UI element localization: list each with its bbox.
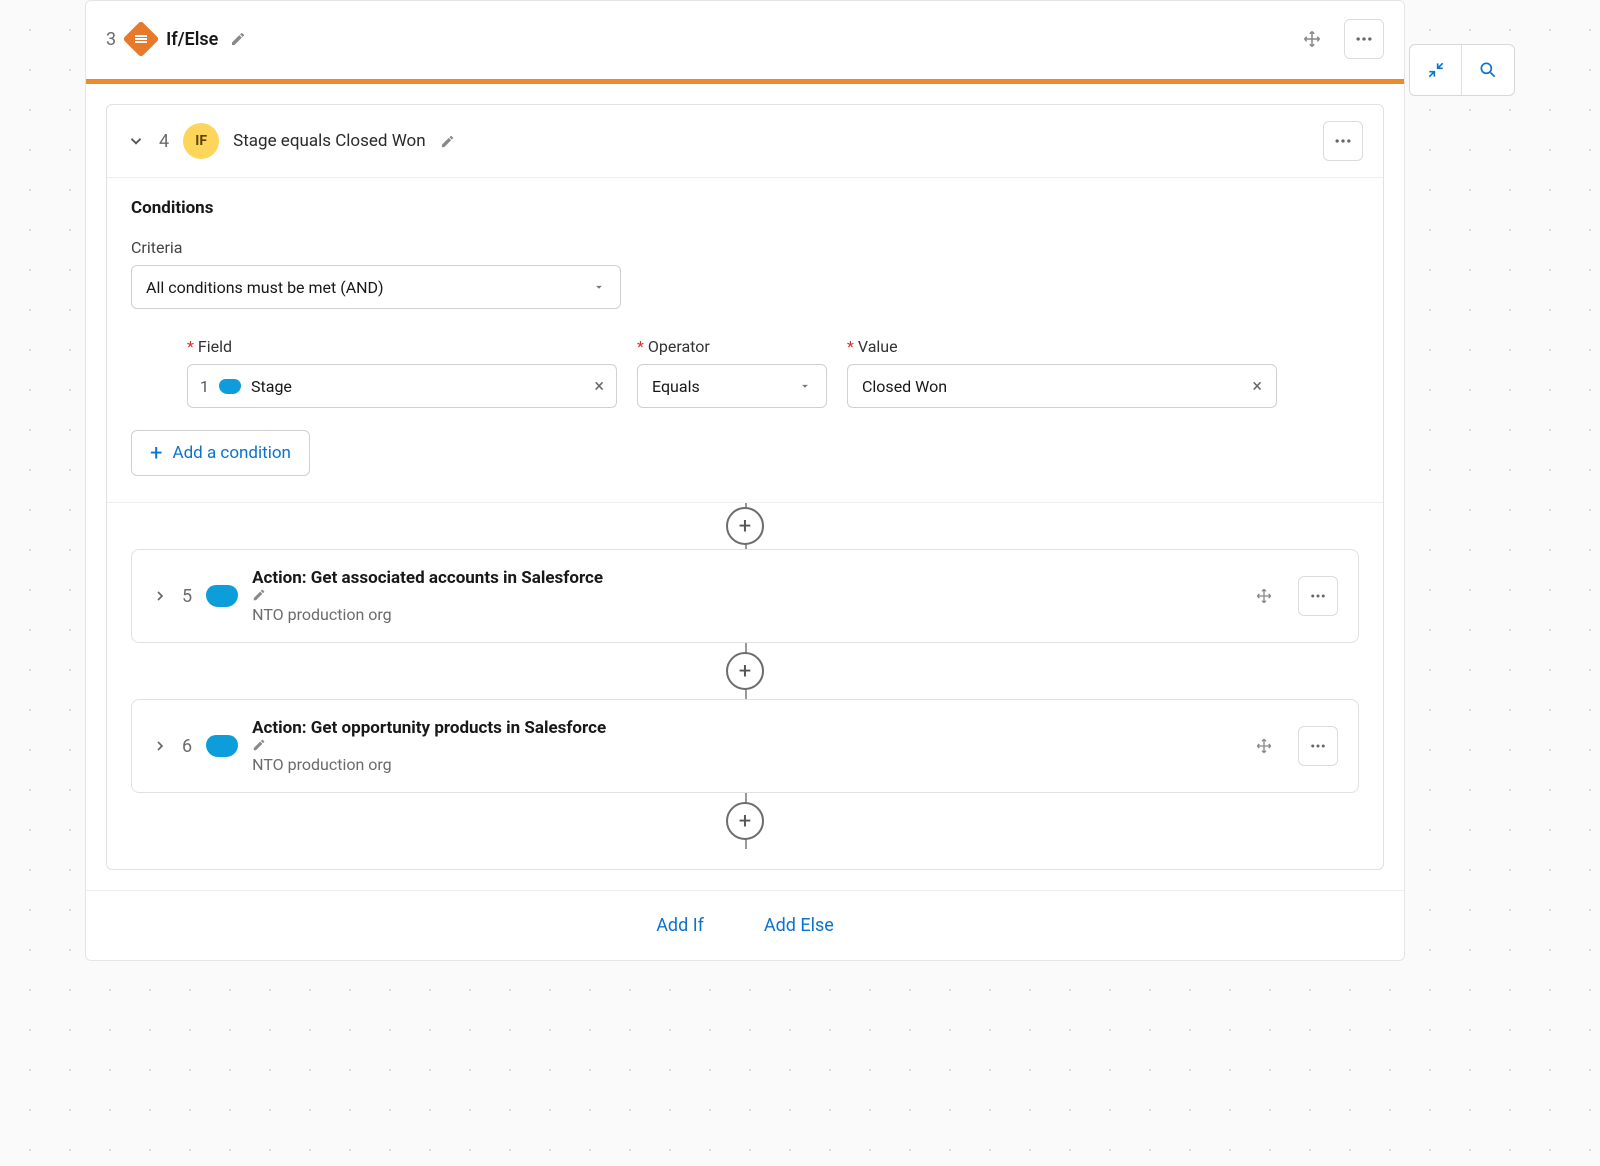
- condition-columns-labels: Field Operator Value: [187, 337, 1359, 356]
- edit-icon[interactable]: [230, 31, 246, 47]
- edit-icon[interactable]: [252, 738, 614, 752]
- add-condition-button[interactable]: + Add a condition: [131, 430, 310, 476]
- operator-label: Operator: [637, 337, 827, 356]
- step-title: If/Else: [166, 29, 218, 50]
- footer-actions: Add If Add Else: [86, 890, 1404, 960]
- action-card[interactable]: 6 Action: Get opportunity products in Sa…: [131, 699, 1359, 793]
- flow-connector: +: [107, 793, 1383, 849]
- action-more-menu-button[interactable]: [1298, 726, 1338, 766]
- caret-down-icon: [798, 379, 812, 393]
- collapse-button[interactable]: [1410, 45, 1462, 95]
- condition-row: 1 Stage × Equals Closed Won: [187, 364, 1359, 408]
- if-more-menu-button[interactable]: [1323, 121, 1363, 161]
- move-handle[interactable]: [1244, 576, 1284, 616]
- field-name: Stage: [251, 377, 292, 396]
- clear-value-button[interactable]: ×: [1252, 376, 1262, 397]
- chevron-down-icon[interactable]: [127, 132, 145, 150]
- salesforce-icon: [206, 585, 238, 607]
- value-input[interactable]: Closed Won ×: [847, 364, 1277, 408]
- criteria-select[interactable]: All conditions must be met (AND): [131, 265, 621, 309]
- add-condition-label: Add a condition: [172, 443, 290, 463]
- accent-bar: [86, 79, 1404, 84]
- salesforce-icon: [219, 379, 241, 394]
- move-handle[interactable]: [1244, 726, 1284, 766]
- value-label: Value: [847, 337, 1277, 356]
- chevron-right-icon[interactable]: [152, 738, 168, 754]
- field-input[interactable]: 1 Stage ×: [187, 364, 617, 408]
- edit-icon[interactable]: [440, 134, 455, 149]
- add-if-button[interactable]: Add If: [656, 915, 704, 936]
- action-text: Action: Get opportunity products in Sale…: [252, 718, 614, 774]
- criteria-value: All conditions must be met (AND): [146, 278, 384, 297]
- action-step-number: 6: [182, 736, 192, 757]
- if-block: 4 IF Stage equals Closed Won Conditions …: [106, 104, 1384, 870]
- action-step-number: 5: [182, 586, 192, 607]
- plus-icon: +: [150, 441, 162, 466]
- canvas-toolbar: [1409, 44, 1515, 96]
- chevron-right-icon[interactable]: [152, 588, 168, 604]
- action-more-menu-button[interactable]: [1298, 576, 1338, 616]
- field-label: Field: [187, 337, 617, 356]
- action-text: Action: Get associated accounts in Sales…: [252, 568, 611, 624]
- edit-icon[interactable]: [252, 588, 611, 602]
- flow-connector: +: [107, 643, 1383, 699]
- flow-connector: +: [107, 503, 1383, 549]
- move-handle[interactable]: [1292, 19, 1332, 59]
- value-text: Closed Won: [862, 377, 947, 396]
- action-title: Action: Get opportunity products in Sale…: [252, 718, 606, 738]
- operator-value: Equals: [652, 377, 700, 396]
- if-step-number: 4: [159, 131, 169, 152]
- more-menu-button[interactable]: [1344, 19, 1384, 59]
- clear-field-button[interactable]: ×: [594, 376, 604, 397]
- ifelse-icon: [123, 21, 160, 58]
- source-step-number: 1: [200, 377, 209, 396]
- if-header: 4 IF Stage equals Closed Won: [107, 105, 1383, 178]
- action-card[interactable]: 5 Action: Get associated accounts in Sal…: [131, 549, 1359, 643]
- operator-select[interactable]: Equals: [637, 364, 827, 408]
- if-badge: IF: [183, 123, 219, 159]
- add-step-button[interactable]: +: [726, 802, 764, 840]
- caret-down-icon: [592, 280, 606, 294]
- conditions-heading: Conditions: [131, 198, 1359, 218]
- step-header: 3 If/Else: [86, 1, 1404, 79]
- if-description: Stage equals Closed Won: [233, 131, 426, 151]
- add-step-button[interactable]: +: [726, 652, 764, 690]
- add-else-button[interactable]: Add Else: [764, 915, 834, 936]
- salesforce-icon: [206, 735, 238, 757]
- add-step-button[interactable]: +: [726, 507, 764, 545]
- action-title: Action: Get associated accounts in Sales…: [252, 568, 603, 588]
- search-button[interactable]: [1462, 45, 1514, 95]
- criteria-label: Criteria: [131, 238, 1359, 257]
- conditions-body: Conditions Criteria All conditions must …: [107, 178, 1383, 503]
- action-subtitle: NTO production org: [252, 755, 614, 774]
- step-number: 3: [106, 29, 116, 50]
- action-subtitle: NTO production org: [252, 605, 611, 624]
- ifelse-step-container: 3 If/Else 4 IF Stage equals Close: [85, 0, 1405, 961]
